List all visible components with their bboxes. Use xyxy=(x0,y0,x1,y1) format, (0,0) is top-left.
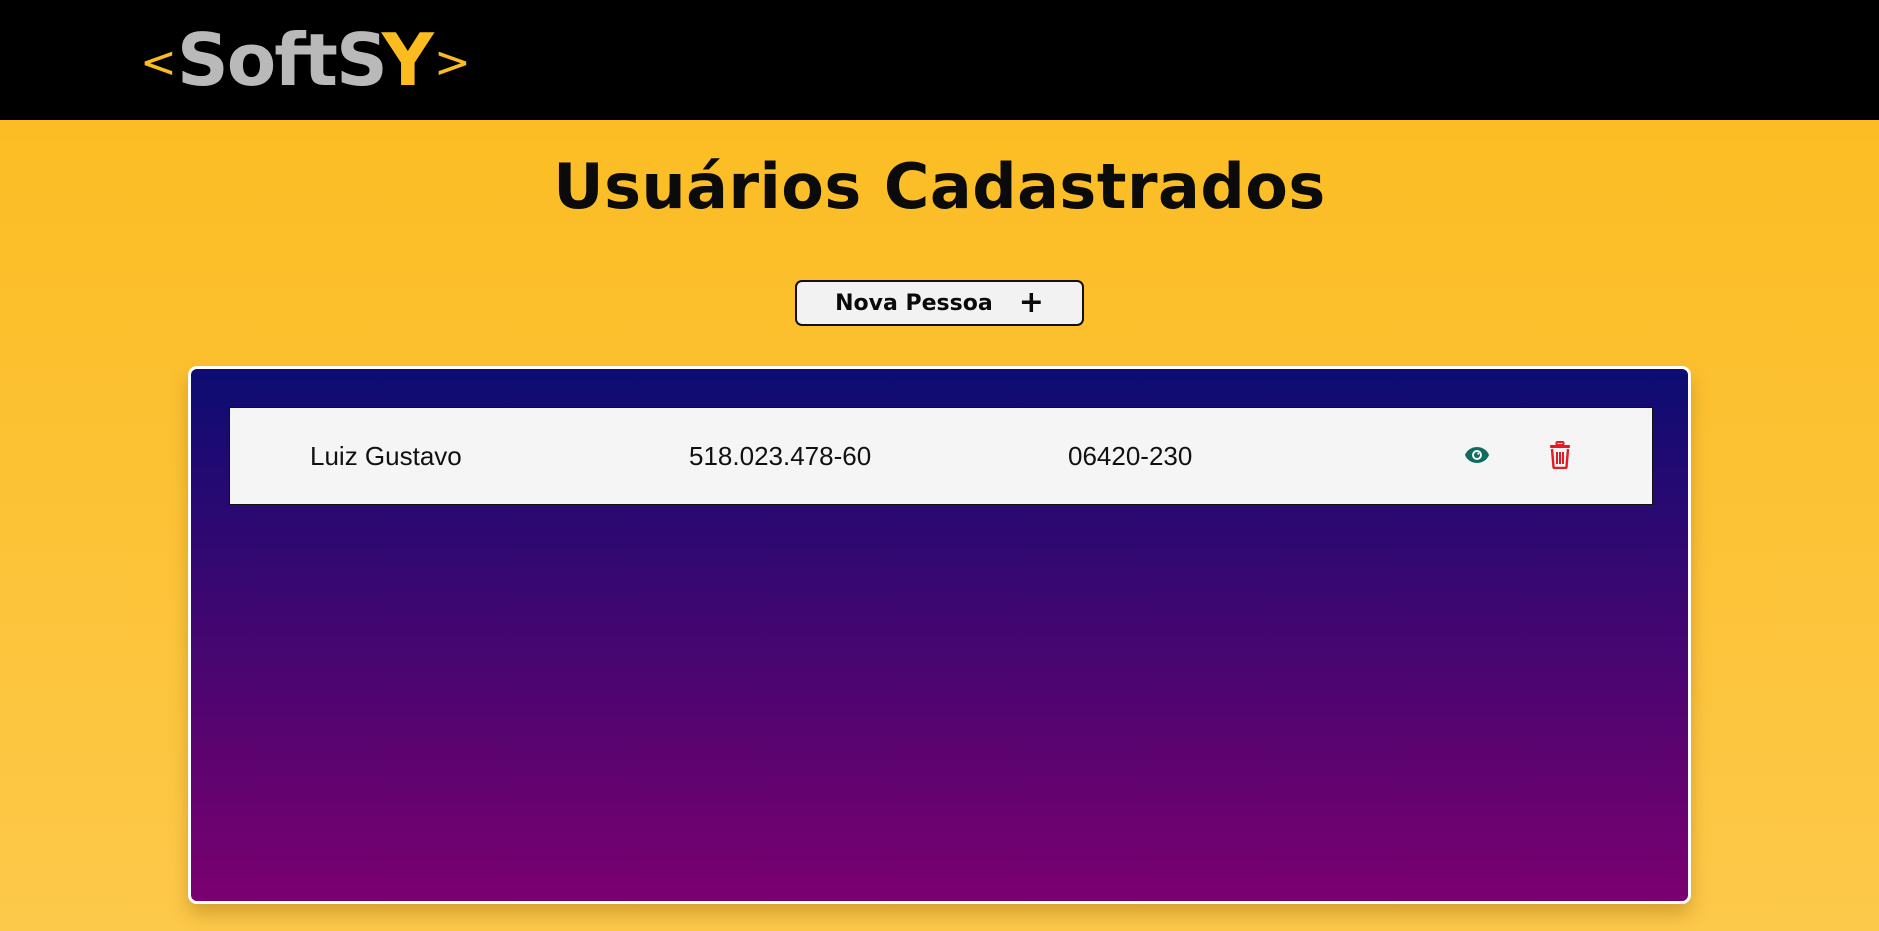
user-name: Luiz Gustavo xyxy=(310,440,462,471)
eye-icon xyxy=(1465,447,1489,463)
plus-icon: + xyxy=(1018,285,1044,320)
user-row: Luiz Gustavo 518.023.478-60 06420-230 xyxy=(229,407,1653,505)
page-title: Usuários Cadastrados xyxy=(553,150,1326,223)
view-user-button[interactable] xyxy=(1460,438,1494,472)
user-cpf: 518.023.478-60 xyxy=(689,440,872,471)
logo-open-bracket: < xyxy=(140,37,177,88)
trash-icon xyxy=(1550,441,1570,469)
user-cep: 06420-230 xyxy=(1068,440,1193,471)
softsy-logo[interactable]: < SoftS Y > xyxy=(140,18,471,102)
new-person-button[interactable]: Nova Pessoa + xyxy=(795,280,1084,326)
new-person-button-label: Nova Pessoa xyxy=(835,290,993,316)
top-navbar: < SoftS Y > xyxy=(0,0,1879,120)
logo-close-bracket: > xyxy=(433,37,471,88)
users-list-panel: Luiz Gustavo 518.023.478-60 06420-230 xyxy=(188,366,1691,904)
delete-user-button[interactable] xyxy=(1543,438,1577,472)
logo-text: SoftS xyxy=(176,18,388,102)
logo-accent-letter: Y xyxy=(381,18,434,102)
